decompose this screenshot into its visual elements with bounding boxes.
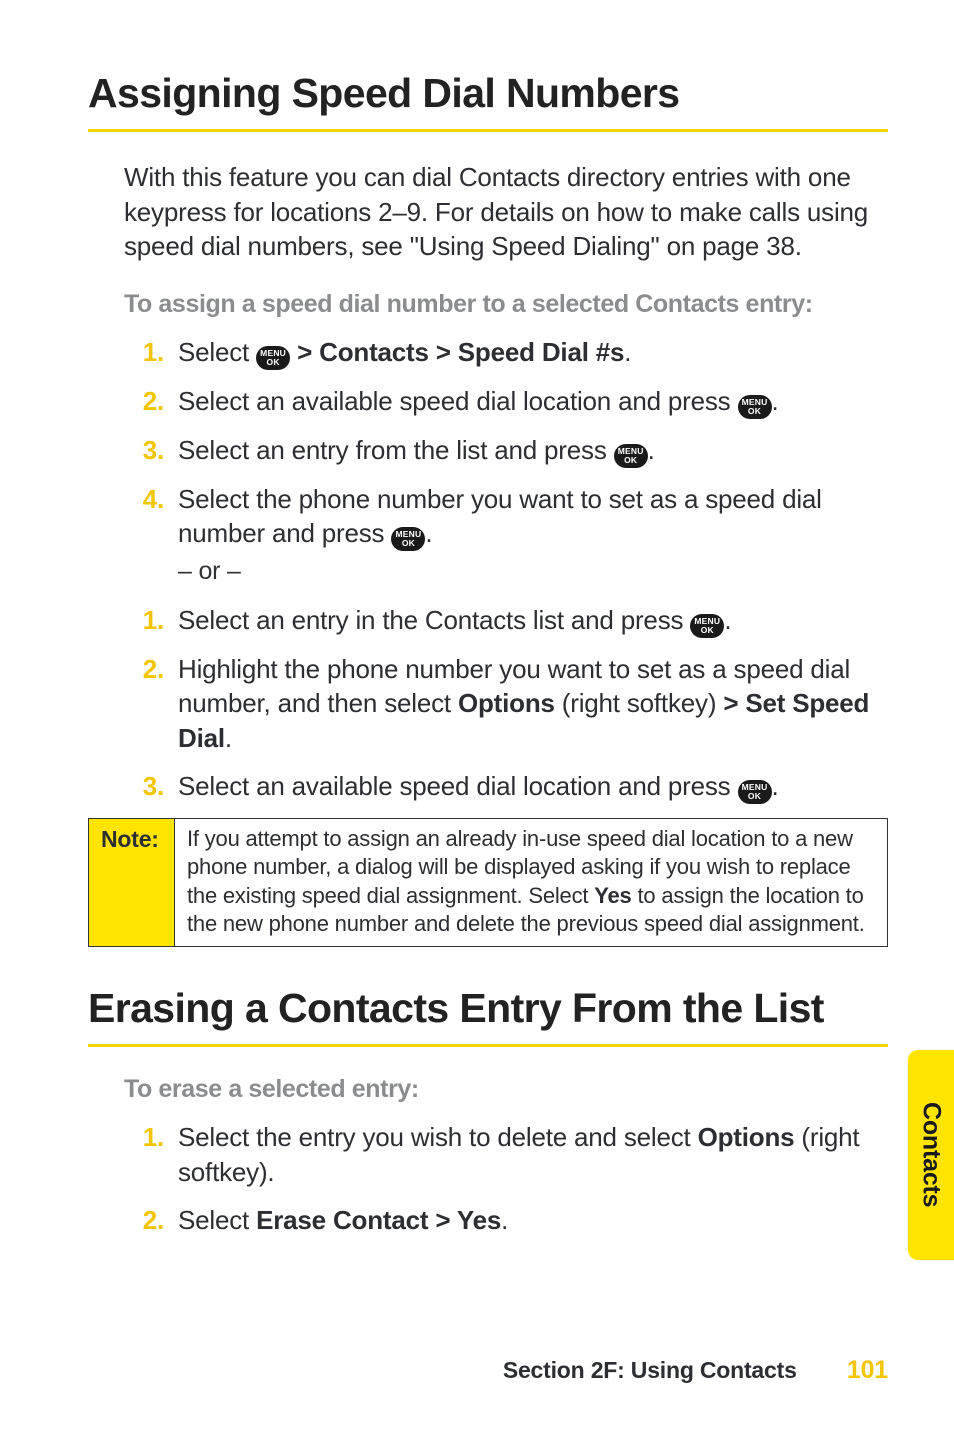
menu-ok-icon: MENUOK bbox=[256, 346, 290, 370]
or-divider: – or – bbox=[178, 555, 878, 588]
step-a2: 2. Select an available speed dial locati… bbox=[166, 384, 878, 419]
step-number: 1. bbox=[124, 603, 164, 638]
footer-section-label: Section 2F: Using Contacts bbox=[503, 1357, 797, 1383]
intro-paragraph: With this feature you can dial Contacts … bbox=[124, 160, 878, 264]
heading-erasing-contacts: Erasing a Contacts Entry From the List bbox=[88, 985, 888, 1047]
step-number: 3. bbox=[124, 769, 164, 804]
step-text: Select bbox=[178, 1205, 256, 1235]
step-number: 2. bbox=[124, 652, 164, 687]
steps-list-erase: 1. Select the entry you wish to delete a… bbox=[124, 1120, 878, 1238]
period: . bbox=[501, 1205, 508, 1235]
step-a4: 4. Select the phone number you want to s… bbox=[166, 482, 878, 589]
step-text: Select bbox=[178, 337, 256, 367]
subheading-erase: To erase a selected entry: bbox=[124, 1075, 878, 1104]
period: . bbox=[425, 518, 432, 548]
step-text: Select the phone number you want to set … bbox=[178, 484, 822, 549]
side-tab-contacts: Contacts bbox=[908, 1050, 954, 1260]
period: . bbox=[648, 435, 655, 465]
note-box: Note: If you attempt to assign an alread… bbox=[88, 818, 888, 947]
step-number: 3. bbox=[124, 433, 164, 468]
step-a3: 3. Select an entry from the list and pre… bbox=[166, 433, 878, 468]
step-number: 2. bbox=[124, 1203, 164, 1238]
step-e2: 2. Select Erase Contact > Yes. bbox=[166, 1203, 878, 1238]
period: . bbox=[624, 337, 631, 367]
note-body: If you attempt to assign an already in-u… bbox=[175, 819, 888, 947]
step-text: Select an entry from the list and press bbox=[178, 435, 614, 465]
heading-assigning-speed-dial: Assigning Speed Dial Numbers bbox=[88, 70, 888, 132]
menu-ok-icon: MENUOK bbox=[614, 444, 648, 468]
note-bold: Yes bbox=[594, 883, 631, 908]
step-text: Select the entry you wish to delete and … bbox=[178, 1122, 698, 1152]
step-bold: > Contacts > Speed Dial #s bbox=[290, 337, 624, 367]
period: . bbox=[724, 605, 731, 635]
step-number: 4. bbox=[124, 482, 164, 517]
step-number: 2. bbox=[124, 384, 164, 419]
period: . bbox=[225, 723, 232, 753]
step-number: 1. bbox=[124, 1120, 164, 1155]
step-bold: Options bbox=[458, 688, 555, 718]
step-a1: 1. Select MENUOK > Contacts > Speed Dial… bbox=[166, 335, 878, 370]
step-text: Select an entry in the Contacts list and… bbox=[178, 605, 690, 635]
page-footer: Section 2F: Using Contacts 101 bbox=[503, 1356, 888, 1385]
step-bold: Options bbox=[698, 1122, 795, 1152]
menu-ok-icon: MENUOK bbox=[738, 780, 772, 804]
footer-page-number: 101 bbox=[847, 1356, 888, 1385]
step-number: 1. bbox=[124, 335, 164, 370]
step-text: Select an available speed dial location … bbox=[178, 386, 738, 416]
note-label: Note: bbox=[89, 819, 175, 947]
step-b2: 2. Highlight the phone number you want t… bbox=[166, 652, 878, 756]
step-e1: 1. Select the entry you wish to delete a… bbox=[166, 1120, 878, 1189]
period: . bbox=[772, 386, 779, 416]
period: . bbox=[772, 771, 779, 801]
side-tab-label: Contacts bbox=[917, 1102, 946, 1207]
menu-ok-icon: MENUOK bbox=[690, 614, 724, 638]
menu-ok-icon: MENUOK bbox=[391, 527, 425, 551]
step-text: (right softkey) bbox=[555, 688, 724, 718]
step-bold: Erase Contact > Yes bbox=[256, 1205, 501, 1235]
step-text: Select an available speed dial location … bbox=[178, 771, 738, 801]
steps-list-b: 1. Select an entry in the Contacts list … bbox=[124, 603, 878, 805]
subheading-assign: To assign a speed dial number to a selec… bbox=[124, 290, 878, 319]
step-b3: 3. Select an available speed dial locati… bbox=[166, 769, 878, 804]
menu-ok-icon: MENUOK bbox=[738, 395, 772, 419]
step-b1: 1. Select an entry in the Contacts list … bbox=[166, 603, 878, 638]
steps-list-a: 1. Select MENUOK > Contacts > Speed Dial… bbox=[124, 335, 878, 589]
